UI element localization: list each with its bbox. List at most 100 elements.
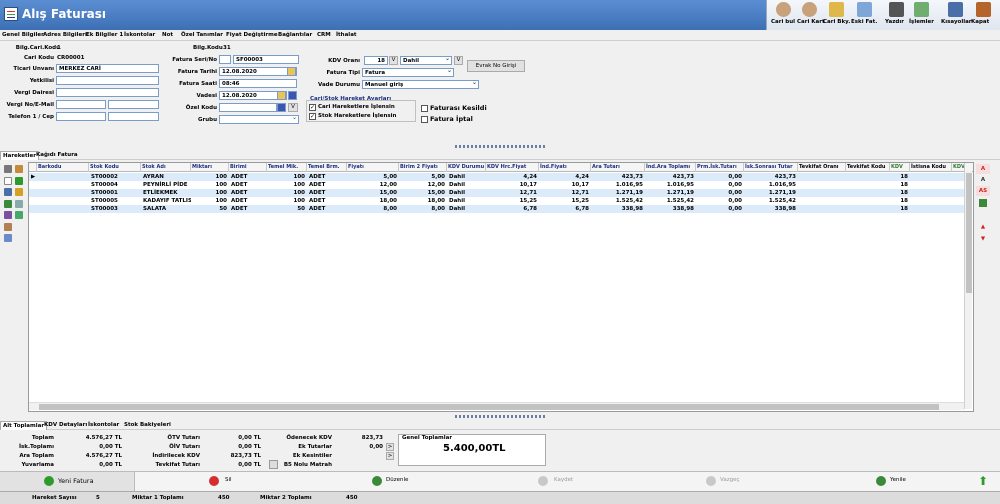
move-down-icon[interactable]: ▼ (976, 234, 990, 244)
table-cell[interactable]: ST00002 (89, 173, 141, 181)
table-cell[interactable]: 15,25 (539, 197, 591, 205)
dollar-icon[interactable] (15, 188, 23, 196)
column-header[interactable]: İnd.Fiyatı (539, 163, 591, 172)
evrak-no-girisi-button[interactable]: Evrak No Girişi (467, 60, 525, 72)
column-header[interactable]: Prm.İsk.Tutarı (696, 163, 744, 172)
cari-bakiye-button[interactable]: Cari Bky. (823, 1, 850, 29)
table-cell[interactable]: 338,98 (645, 205, 696, 213)
table-cell[interactable]: 100 (267, 181, 307, 189)
column-header[interactable]: Birimi (229, 163, 267, 172)
table-cell[interactable]: 1.016,95 (591, 181, 645, 189)
grid-splitter[interactable] (455, 415, 545, 418)
archive-icon[interactable] (4, 223, 12, 231)
table-cell[interactable]: 0,00 (696, 189, 744, 197)
table-cell[interactable]: 12,71 (486, 189, 539, 197)
ek-tutarlar-button[interactable]: > (386, 443, 394, 451)
table-cell[interactable]: 0,00 (696, 197, 744, 205)
up-arrow-icon[interactable]: ⬆ (978, 475, 988, 488)
table-cell[interactable] (846, 205, 890, 213)
table-cell[interactable]: 18,00 (347, 197, 399, 205)
column-header[interactable]: İstisna Kodu (910, 163, 952, 172)
menu-genel-bilgiler[interactable]: Genel Bilgiler (2, 32, 44, 38)
table-cell[interactable]: 100 (191, 181, 229, 189)
add-icon[interactable] (15, 177, 23, 185)
table-cell[interactable] (846, 189, 890, 197)
form-splitter[interactable] (455, 145, 545, 148)
cari-bul-button[interactable]: Cari bul (771, 1, 795, 29)
table-cell[interactable]: ADET (307, 181, 347, 189)
column-header[interactable]: KDV Durumu (447, 163, 486, 172)
table-cell[interactable] (37, 173, 89, 181)
tools-icon[interactable] (4, 234, 12, 242)
date-picker-icon[interactable] (288, 91, 297, 100)
ozel-kodu-input[interactable] (219, 103, 277, 112)
table-cell[interactable]: ADET (229, 197, 267, 205)
table-cell[interactable]: 12,00 (399, 181, 447, 189)
yenile-button[interactable]: Yenile (874, 472, 934, 491)
column-header[interactable]: KDV Hrc.Fiyat (486, 163, 539, 172)
fatura-kesildi-checkbox[interactable] (421, 105, 428, 112)
email-input[interactable] (108, 100, 159, 109)
column-header[interactable]: Tevkifat Kodu (846, 163, 890, 172)
fatura-iptal-checkbox[interactable] (421, 116, 428, 123)
table-cell[interactable]: 1.016,95 (744, 181, 798, 189)
duzenle-button[interactable]: Düzenle (368, 472, 428, 491)
table-cell[interactable]: 50 (267, 205, 307, 213)
bag-icon[interactable] (15, 165, 23, 173)
table-cell[interactable]: 5,00 (399, 173, 447, 181)
eski-fatura-button[interactable]: Eski Fat. (851, 1, 877, 29)
table-cell[interactable]: 18 (890, 181, 910, 189)
export-icon[interactable] (4, 200, 12, 208)
table-cell[interactable]: 15,00 (399, 189, 447, 197)
table-cell[interactable]: ADET (229, 205, 267, 213)
kdv-v2-button[interactable]: V (454, 56, 463, 65)
table-cell[interactable] (798, 189, 846, 197)
as-button[interactable]: AS (976, 186, 990, 196)
letters-icon[interactable] (15, 200, 23, 208)
table-cell[interactable]: 6,78 (539, 205, 591, 213)
tab-alt-toplamlar[interactable]: Alt Toplamlar (0, 421, 48, 430)
table-cell[interactable]: Dahil (447, 197, 486, 205)
table-cell[interactable]: ST00005 (89, 197, 141, 205)
table-cell[interactable]: 338,98 (591, 205, 645, 213)
menu-not[interactable]: Not (162, 32, 173, 38)
grid-horizontal-scrollbar[interactable] (29, 402, 964, 410)
menu-adres-bilgileri[interactable]: Adres Bilgileri (43, 32, 87, 38)
table-cell[interactable]: 423,73 (744, 173, 798, 181)
table-cell[interactable] (910, 189, 952, 197)
table-cell[interactable]: 8,00 (347, 205, 399, 213)
table-cell[interactable]: ADET (307, 189, 347, 197)
table-cell[interactable]: 423,73 (591, 173, 645, 181)
table-cell[interactable] (798, 181, 846, 189)
telefon-input[interactable] (56, 112, 106, 121)
kdv-dahil-select[interactable]: Dahil (400, 56, 452, 65)
font-a-button[interactable]: A (976, 164, 990, 174)
kdv-orani-input[interactable]: 18 (364, 56, 388, 65)
new-doc-icon[interactable] (4, 177, 12, 185)
table-cell[interactable]: 18 (890, 173, 910, 181)
vade-durumu-select[interactable]: Manuel giriş (362, 80, 479, 89)
kaydet-button[interactable]: Kaydet (536, 472, 596, 491)
yetkilisi-input[interactable] (56, 76, 159, 85)
scroll-thumb[interactable] (966, 173, 972, 293)
table-cell[interactable]: AYRAN (141, 173, 191, 181)
table-cell[interactable]: 8,00 (399, 205, 447, 213)
table-cell[interactable]: 100 (191, 173, 229, 181)
table-cell[interactable]: 12,71 (539, 189, 591, 197)
table-row[interactable]: ST00004 PEYNİRLİ PİDE 100 ADET 100 ADET 12,00 1… (29, 181, 965, 189)
chart-icon[interactable] (979, 199, 987, 207)
table-cell[interactable]: 1.271,19 (591, 189, 645, 197)
table-cell[interactable] (37, 205, 89, 213)
table-cell[interactable]: ADET (307, 197, 347, 205)
ozel-kodu-v-button[interactable]: V (288, 103, 298, 112)
table-cell[interactable]: 10,17 (539, 181, 591, 189)
table-cell[interactable]: 50 (191, 205, 229, 213)
flask-icon[interactable] (4, 211, 12, 219)
table-cell[interactable]: 0,00 (696, 181, 744, 189)
table-cell[interactable]: 10,17 (486, 181, 539, 189)
move-up-icon[interactable]: ▲ (976, 222, 990, 232)
ticari-unvani-input[interactable]: MERKEZ CARİ (56, 64, 159, 73)
table-cell[interactable]: 1.016,95 (645, 181, 696, 189)
column-header[interactable]: Stok Kodu (89, 163, 141, 172)
table-cell[interactable]: 18 (890, 189, 910, 197)
